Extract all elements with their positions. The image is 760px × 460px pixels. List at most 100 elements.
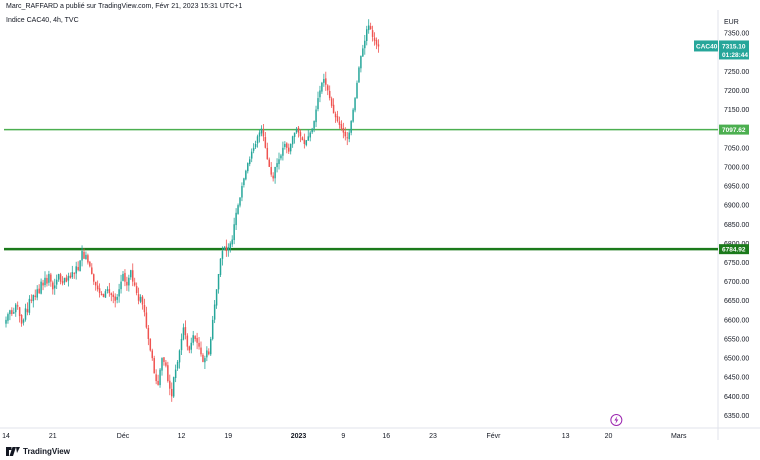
candle-body bbox=[327, 85, 329, 91]
candle-body bbox=[366, 29, 368, 41]
candle-body bbox=[241, 186, 243, 198]
tradingview-brand: TradingView bbox=[23, 446, 70, 456]
candle-body bbox=[52, 282, 54, 290]
candle-body bbox=[28, 298, 31, 313]
candle-body bbox=[328, 90, 331, 99]
x-tick-label: 21 bbox=[49, 433, 57, 440]
currency-label: EUR bbox=[724, 19, 739, 26]
candle-body bbox=[112, 294, 114, 297]
candle-body bbox=[243, 178, 245, 186]
candle-body bbox=[188, 346, 191, 351]
candle-body bbox=[167, 365, 169, 382]
y-tick-label: 7150.00 bbox=[724, 107, 749, 114]
candle-body bbox=[54, 285, 56, 289]
candle-body bbox=[139, 296, 142, 302]
candle-body bbox=[89, 261, 91, 267]
candle-body bbox=[102, 294, 105, 297]
candle-body bbox=[245, 170, 247, 180]
candle-body bbox=[11, 310, 13, 315]
y-tick-label: 6900.00 bbox=[724, 203, 749, 210]
candle-body bbox=[55, 279, 58, 285]
candle-body bbox=[319, 90, 321, 98]
candle-body bbox=[65, 277, 68, 282]
candle-body bbox=[161, 358, 163, 371]
candle-body bbox=[5, 319, 7, 324]
candle-body bbox=[342, 127, 345, 133]
candle-body bbox=[274, 166, 276, 179]
candle-body bbox=[100, 293, 103, 296]
y-tick-label: 6750.00 bbox=[724, 260, 749, 267]
price-chart[interactable]: EUR 6350.00 6400.00 6450.00 6500.00 6550.00 66… bbox=[0, 0, 760, 460]
candle-body bbox=[114, 296, 116, 301]
candle-body bbox=[18, 307, 21, 317]
candle-body bbox=[362, 48, 364, 57]
candle-body bbox=[250, 151, 253, 159]
candle-body bbox=[194, 336, 196, 339]
x-tick-label: 20 bbox=[605, 433, 613, 440]
candle-body bbox=[59, 274, 62, 282]
x-tick-label: 14 bbox=[2, 433, 10, 440]
candle-body bbox=[235, 212, 237, 226]
candle-body bbox=[350, 121, 352, 133]
candle-body bbox=[303, 139, 306, 144]
candle-body bbox=[219, 258, 222, 275]
candle-body bbox=[375, 39, 378, 45]
x-tick-label: 19 bbox=[224, 433, 232, 440]
candle-body bbox=[108, 289, 111, 294]
candle-body bbox=[149, 338, 152, 351]
candle-body bbox=[256, 136, 259, 144]
candle-body bbox=[210, 338, 212, 355]
candle-body bbox=[120, 281, 122, 290]
candle-body bbox=[116, 296, 118, 300]
candlesticks bbox=[5, 19, 380, 402]
candle-body bbox=[178, 350, 181, 363]
candle-body bbox=[38, 288, 40, 294]
candle-body bbox=[260, 128, 263, 134]
candle-body bbox=[309, 132, 311, 138]
candle-body bbox=[180, 338, 183, 351]
candle-body bbox=[247, 163, 249, 172]
y-tick-label: 6550.00 bbox=[724, 336, 749, 343]
candle-body bbox=[30, 299, 33, 301]
candle-body bbox=[211, 319, 214, 339]
candle-body bbox=[15, 304, 17, 313]
y-tick-label: 7200.00 bbox=[724, 88, 749, 95]
candle-body bbox=[373, 37, 376, 41]
candle-body bbox=[278, 159, 280, 165]
candle-body bbox=[330, 98, 333, 106]
candle-body bbox=[289, 143, 292, 152]
tradingview-footer[interactable]: TradingView bbox=[6, 445, 70, 457]
horizontal-levels bbox=[4, 128, 718, 251]
candle-body bbox=[297, 127, 300, 133]
candle-body bbox=[71, 272, 74, 278]
candle-body bbox=[198, 342, 200, 347]
candle-body bbox=[32, 295, 35, 302]
candle-body bbox=[157, 380, 159, 385]
candle-body bbox=[172, 377, 175, 397]
candle-body bbox=[282, 147, 284, 156]
candle-body bbox=[165, 362, 167, 366]
candle-body bbox=[83, 251, 85, 259]
candle-body bbox=[87, 255, 89, 263]
candle-body bbox=[186, 335, 189, 347]
candle-body bbox=[206, 350, 208, 358]
candle-body bbox=[20, 314, 23, 324]
candle-body bbox=[229, 243, 231, 249]
candle-body bbox=[272, 175, 274, 179]
candle-body bbox=[264, 137, 267, 148]
candle-body bbox=[286, 143, 288, 148]
candle-body bbox=[104, 291, 107, 298]
candle-body bbox=[67, 275, 70, 281]
candle-body bbox=[371, 30, 374, 37]
candle-body bbox=[110, 293, 113, 296]
candle-body bbox=[233, 224, 235, 241]
candle-body bbox=[94, 281, 97, 286]
candle-body bbox=[321, 82, 323, 92]
candle-body bbox=[174, 369, 177, 379]
candle-body bbox=[79, 260, 81, 272]
candle-body bbox=[346, 137, 348, 139]
candle-body bbox=[137, 294, 140, 301]
y-tick-label: 7350.00 bbox=[724, 31, 749, 38]
level-price-label: 6784.92 bbox=[722, 246, 746, 253]
x-tick-label: 13 bbox=[562, 433, 570, 440]
